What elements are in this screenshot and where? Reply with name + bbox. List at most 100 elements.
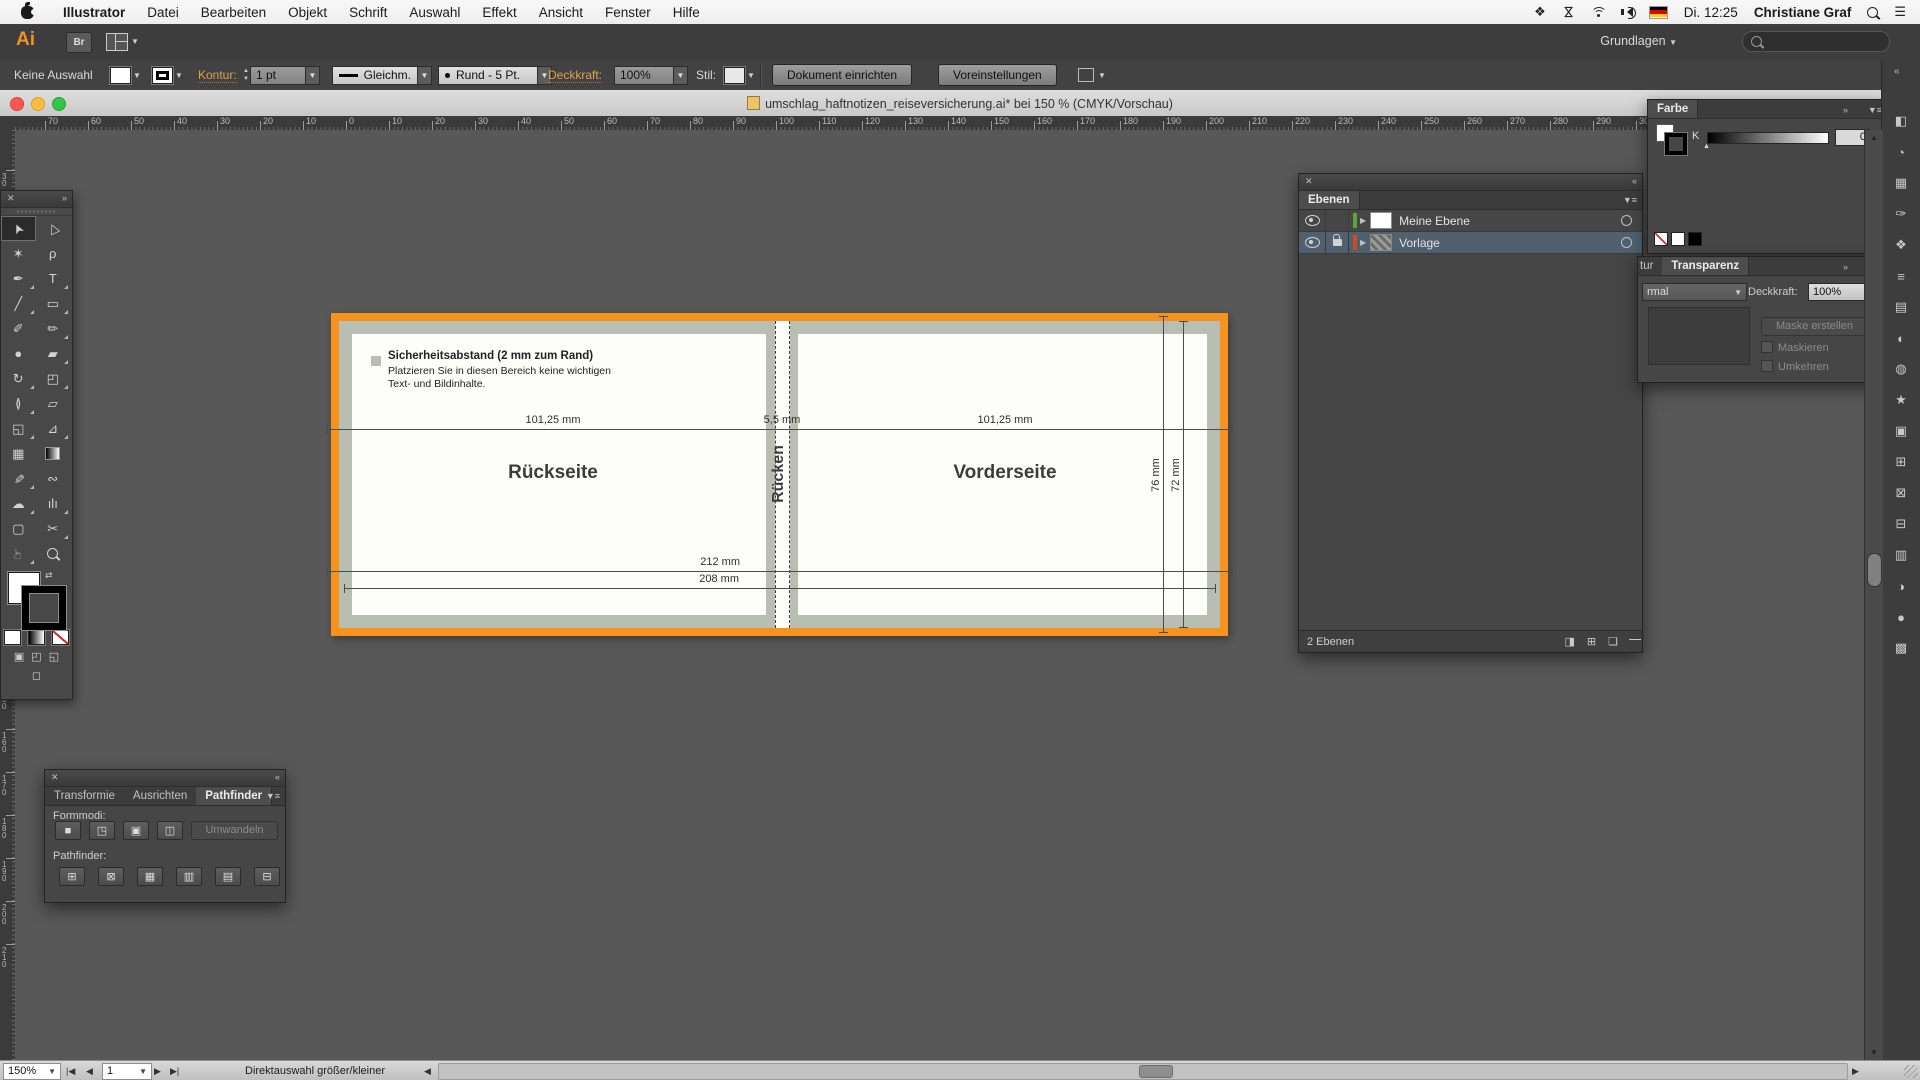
visibility-toggle[interactable] [1299,210,1326,231]
menu-schrift[interactable]: Schrift [338,5,398,20]
shape-mode-intersect-button[interactable]: ▣ [123,821,149,840]
paintbrush-tool[interactable]: ✐ [1,316,36,341]
lock-toggle[interactable] [1326,210,1349,231]
tab-ausrichten[interactable]: Ausrichten [124,787,196,805]
blend-tool[interactable]: ∾ [36,466,71,491]
spotlight-icon[interactable] [1867,7,1878,18]
menu-ansicht[interactable]: Ansicht [528,5,594,20]
artboards-panel-icon[interactable]: ▣ [1892,422,1910,440]
links-panel-icon[interactable]: ▩ [1892,639,1910,657]
isolate-selection-icon[interactable] [1078,68,1094,82]
tab-transformieren[interactable]: Transformie [45,787,124,805]
stroke-dropdown-icon[interactable]: ▼ [175,71,183,80]
arrange-documents-icon[interactable] [106,33,128,51]
symbols-panel-icon[interactable]: ❖ [1892,236,1910,254]
layer-name[interactable]: Vorlage [1399,236,1440,250]
layers-close-icon[interactable]: ✕ [1305,176,1313,187]
gradient-tool[interactable] [36,441,71,466]
perspective-grid-tool[interactable]: ⊿ [36,416,71,441]
stroke-weight-field[interactable]: 1 pt [250,66,306,85]
pathfinder-panel-icon[interactable]: ⊟ [1892,515,1910,533]
align-panel-icon[interactable]: ⊞ [1892,453,1910,471]
bridge-button[interactable]: Br [66,32,92,53]
transparency-panel-icon[interactable]: ◐ [1892,329,1910,347]
k-channel-slider[interactable] [1707,132,1829,144]
direct-selection-tool[interactable]: ▷ [36,216,71,241]
screen-mode-button[interactable]: ◻ [32,669,41,682]
layer-name[interactable]: Meine Ebene [1399,214,1470,228]
fill-color-swatch[interactable] [110,67,131,84]
vertical-scroll-thumb[interactable] [1867,553,1882,587]
free-transform-tool[interactable]: ▱ [36,391,71,416]
zoom-level-field[interactable]: 150%▼ [3,1063,61,1080]
german-flag-input-icon[interactable] [1649,6,1668,19]
tab-kontur-partial[interactable]: tur [1638,257,1662,275]
expand-button[interactable]: Umwandeln [191,821,278,840]
workspace-switcher[interactable]: Grundlagen ▼ [1600,34,1677,48]
color-menu-icon[interactable]: ▼≡ [1868,105,1882,115]
menu-hilfe[interactable]: Hilfe [662,5,711,20]
graphic-style-swatch[interactable] [724,67,745,84]
layer-row-meine-ebene[interactable]: ▶ Meine Ebene [1299,210,1642,232]
menu-auswahl[interactable]: Auswahl [398,5,471,20]
visibility-toggle[interactable] [1299,232,1326,253]
none-chip[interactable] [1654,232,1668,246]
artboard-tool[interactable]: ▢ [1,516,36,541]
eyedropper-tool[interactable]: ✎ [1,466,36,491]
target-circle-icon[interactable] [1621,237,1632,248]
menu-bearbeiten[interactable]: Bearbeiten [190,5,277,20]
color-guide-panel-icon[interactable]: ◔ [1892,143,1910,161]
wifi-icon[interactable] [1591,6,1606,18]
horizontal-scrollbar[interactable] [438,1063,1848,1080]
eraser-tool[interactable]: ▰ [36,341,71,366]
swatches-panel-icon[interactable]: ▦ [1892,174,1910,192]
brushes-panel-icon[interactable]: ✑ [1892,205,1910,223]
new-sublayer-icon[interactable]: ⊞ [1587,635,1596,648]
column-graph-tool[interactable]: ılı [36,491,71,516]
white-chip[interactable] [1671,232,1685,246]
tab-farbe[interactable]: Farbe [1648,100,1698,118]
pathfinder-menu-icon[interactable]: ▼≡ [266,791,280,801]
menu-fenster[interactable]: Fenster [594,5,662,20]
draw-inside-icon[interactable]: ◱ [49,650,59,663]
pathfinder-crop-button[interactable]: ▥ [176,867,202,886]
artboard-number-field[interactable]: 1▼ [102,1063,152,1080]
menubar-user[interactable]: Christiane Graf [1754,5,1852,20]
menubar-clock[interactable]: Di. 12:25 [1684,5,1738,20]
layers-menu-icon[interactable]: ▼≡ [1623,195,1637,205]
opacity-label[interactable]: Deckkraft: [548,68,602,83]
rectangle-tool[interactable]: ▭ [36,291,71,316]
prev-artboard-icon[interactable]: ◀ [86,1061,93,1080]
blob-brush-tool[interactable]: ● [1,341,36,366]
transform-panel-icon[interactable]: ⊠ [1892,484,1910,502]
hand-tool[interactable]: ☞ [1,541,36,566]
invert-checkbox[interactable]: Umkehren [1761,360,1829,373]
layer-thumbnail[interactable] [1370,234,1392,251]
line-segment-tool[interactable]: ╱ [1,291,36,316]
scroll-up-icon[interactable]: ▲ [1870,133,1878,142]
black-chip[interactable] [1688,232,1702,246]
type-tool[interactable]: T [36,266,71,291]
width-profile-dropdown-icon[interactable]: ▼ [418,66,432,85]
opacity-field[interactable]: 100% [614,66,674,85]
layers-panel-icon[interactable]: ▥ [1892,546,1910,564]
make-clipping-mask-icon[interactable]: ◨ [1565,635,1575,648]
stroke-color-swatch[interactable] [152,67,173,84]
pathfinder-close-icon[interactable]: ✕ [51,772,59,783]
navigator-panel-icon[interactable]: ◑ [1892,577,1910,595]
color-collapse-icon[interactable]: » [1843,105,1847,115]
stroke-weight-dropdown-icon[interactable]: ▼ [306,66,320,85]
dropbox-icon[interactable]: ❖ [1534,4,1546,20]
menu-illustrator[interactable]: Illustrator [52,5,136,20]
opacity-dropdown-icon[interactable]: ▼ [674,66,688,85]
width-tool[interactable]: ≬ [1,391,36,416]
make-mask-button[interactable]: Maske erstellen [1761,317,1868,336]
ruler-origin-corner[interactable] [0,116,16,131]
clip-checkbox[interactable]: Maskieren [1761,341,1829,354]
pathfinder-trim-button[interactable]: ⊠ [98,867,124,886]
shape-mode-minus-front-button[interactable]: ◳ [89,821,115,840]
vertical-scrollbar[interactable]: ▲ ▼ [1864,130,1883,1060]
swap-fill-stroke-icon[interactable]: ⇄ [45,570,53,581]
stroke-panel-icon[interactable]: ≡ [1892,267,1910,285]
selection-tool[interactable]: ➤ [1,216,36,241]
